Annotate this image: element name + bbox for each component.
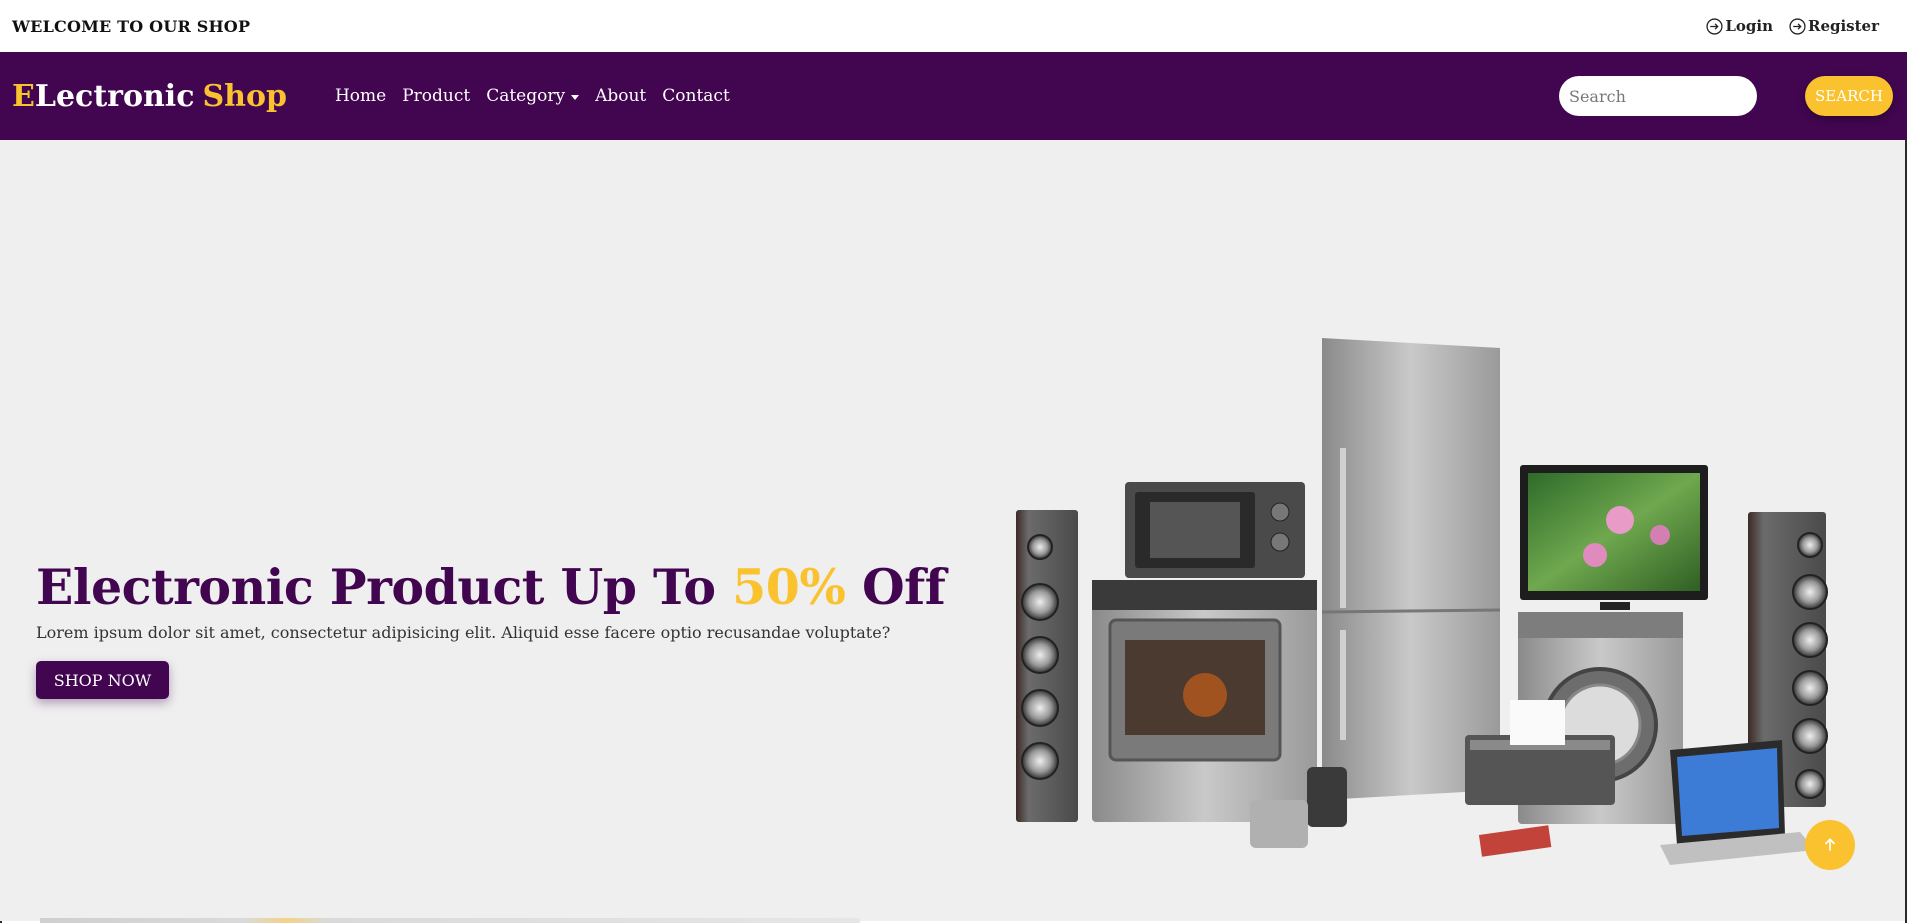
- login-icon: [1706, 17, 1723, 35]
- top-bar: WELCOME TO OUR SHOP Login Register: [0, 0, 1907, 52]
- back-to-top-button[interactable]: [1805, 820, 1855, 870]
- login-label: Login: [1725, 17, 1773, 35]
- auth-links: Login Register: [1706, 17, 1879, 35]
- search-input[interactable]: [1559, 76, 1757, 116]
- register-icon: [1789, 17, 1806, 35]
- arrow-up-icon: [1824, 838, 1836, 851]
- login-link[interactable]: Login: [1706, 17, 1773, 35]
- nav-links: Home Product Category About Contact: [335, 86, 730, 106]
- nav-contact[interactable]: Contact: [662, 86, 730, 106]
- hero-title-accent: 50%: [732, 558, 846, 616]
- brand-logo[interactable]: E Lectronic Shop: [12, 79, 287, 114]
- hero-title: Electronic Product Up To 50% Off: [36, 558, 946, 616]
- appliances-image: [1016, 338, 1828, 865]
- register-link[interactable]: Register: [1789, 17, 1879, 35]
- hero-title-after: Off: [845, 558, 946, 616]
- main-navbar: E Lectronic Shop Home Product Category A…: [0, 52, 1907, 140]
- shop-now-button[interactable]: SHOP NOW: [36, 661, 169, 699]
- nav-category[interactable]: Category: [486, 86, 580, 106]
- hero-title-before: Electronic Product Up To: [36, 558, 733, 616]
- hero-subtitle: Lorem ipsum dolor sit amet, consectetur …: [36, 623, 891, 642]
- nav-about[interactable]: About: [595, 86, 646, 106]
- nav-home[interactable]: Home: [335, 86, 386, 106]
- search-button[interactable]: SEARCH: [1805, 76, 1893, 116]
- brand-shop: Shop: [202, 78, 287, 114]
- brand-lectronic: Lectronic: [34, 78, 195, 114]
- nav-category-label: Category: [486, 86, 566, 106]
- register-label: Register: [1807, 17, 1879, 35]
- next-section-strip: [40, 918, 860, 923]
- welcome-text: WELCOME TO OUR SHOP: [12, 16, 251, 36]
- nav-product[interactable]: Product: [402, 86, 470, 106]
- caret-down-icon: [571, 94, 580, 100]
- brand-letter-e: E: [12, 78, 35, 114]
- hero-section: Electronic Product Up To 50% Off Lorem i…: [0, 140, 1905, 921]
